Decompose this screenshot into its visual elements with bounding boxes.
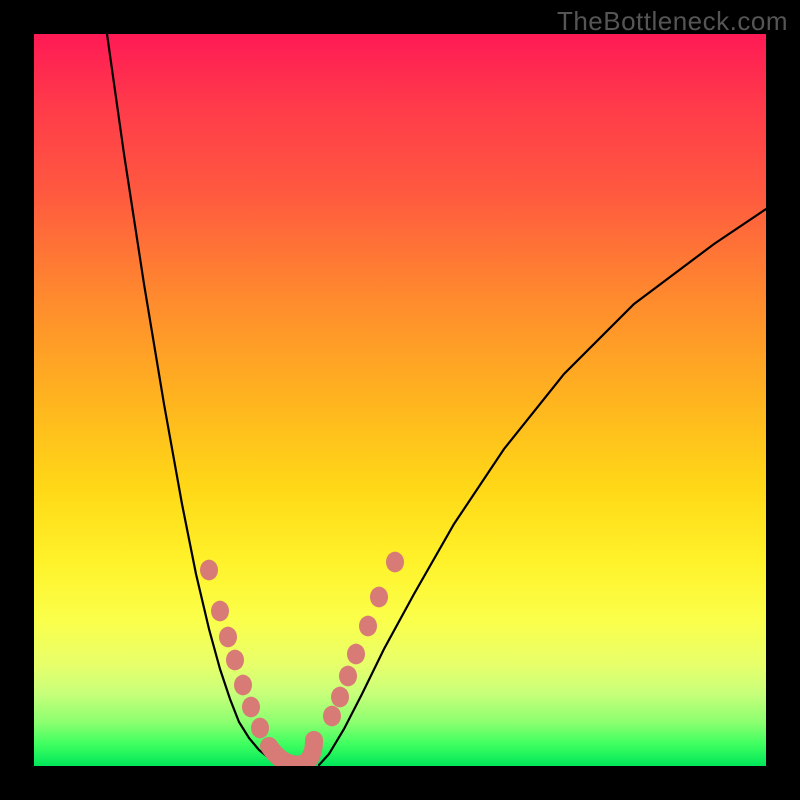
data-point-marker <box>219 627 237 648</box>
data-point-marker <box>323 706 341 727</box>
data-point-marker <box>370 587 388 608</box>
curve-left <box>107 34 286 765</box>
data-point-marker <box>386 552 404 573</box>
curve-right <box>319 209 766 765</box>
chart-svg <box>34 34 766 766</box>
chart-canvas <box>34 34 766 766</box>
data-point-marker <box>226 650 244 671</box>
watermark-text: TheBottleneck.com <box>557 6 788 37</box>
data-point-marker <box>251 718 269 739</box>
data-point-marker <box>331 687 349 708</box>
data-point-marker <box>234 675 252 696</box>
beads-right-group <box>323 552 404 727</box>
data-point-marker <box>359 616 377 637</box>
data-point-marker <box>211 601 229 622</box>
worm-segment <box>269 740 314 765</box>
data-point-marker <box>242 697 260 718</box>
data-point-marker <box>200 560 218 581</box>
data-point-marker <box>347 644 365 665</box>
data-point-marker <box>339 666 357 687</box>
